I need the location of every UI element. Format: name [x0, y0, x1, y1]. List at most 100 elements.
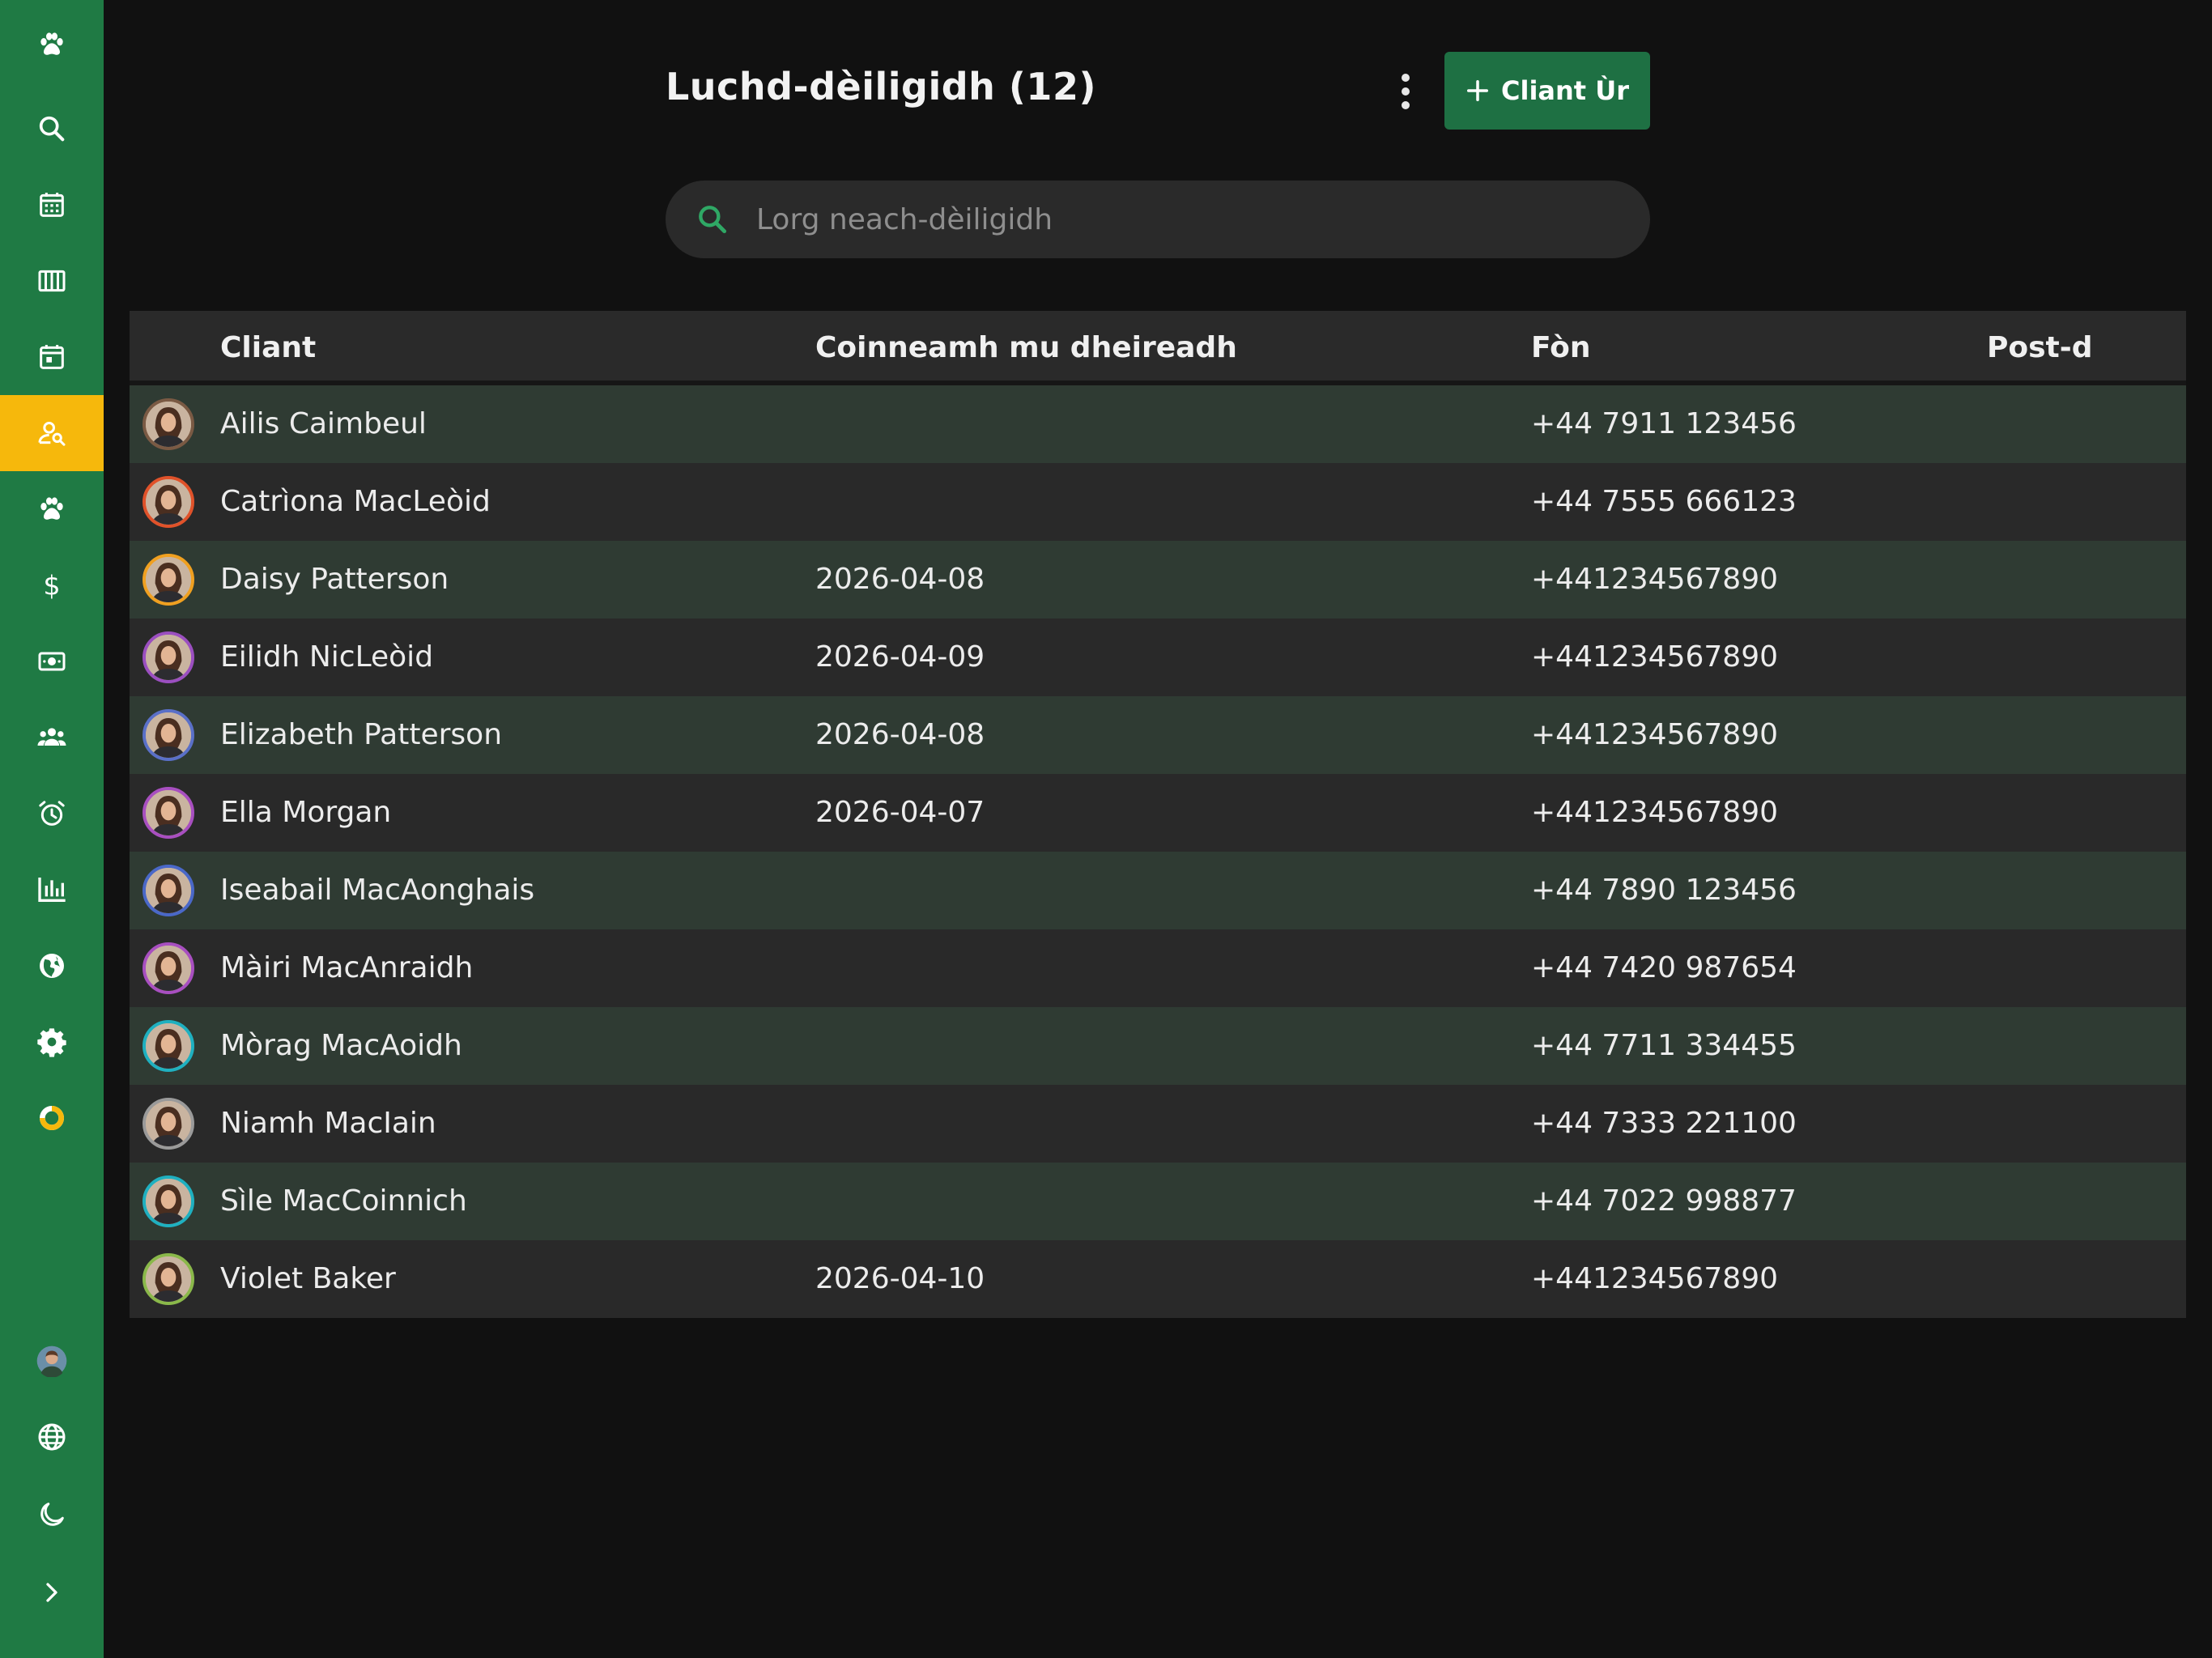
- client-name[interactable]: Mòrag MacAoidh: [220, 1007, 462, 1085]
- client-name[interactable]: Catrìona MacLeòid: [220, 463, 491, 541]
- sidebar-expand[interactable]: [0, 1554, 104, 1630]
- moon-icon: [40, 1503, 64, 1526]
- avatar-portrait-icon: [146, 1256, 191, 1302]
- client-avatar: [143, 398, 194, 450]
- sidebar-language[interactable]: [0, 1399, 104, 1475]
- table-row[interactable]: Violet Baker 2026-04-10 +441234567890: [130, 1240, 2186, 1318]
- cash-icon: [38, 652, 66, 671]
- column-header-client[interactable]: Cliant: [220, 311, 316, 385]
- phone-number: +441234567890: [1531, 563, 1779, 596]
- table-row[interactable]: Catrìona MacLeòid +44 7555 666123: [130, 463, 2186, 541]
- sidebar-theme-toggle[interactable]: [0, 1477, 104, 1553]
- client-avatar: [143, 1253, 194, 1305]
- avatar-portrait-icon: [146, 1101, 191, 1146]
- table-row[interactable]: Mòrag MacAoidh +44 7711 334455: [130, 1007, 2186, 1085]
- table-row[interactable]: Eilidh NicLeòid 2026-04-09 +441234567890: [130, 619, 2186, 696]
- table-row[interactable]: Niamh MacIain +44 7333 221100: [130, 1085, 2186, 1163]
- search-bar: [666, 181, 1650, 258]
- sidebar-item-appointments[interactable]: [0, 319, 104, 395]
- client-name[interactable]: Violet Baker: [220, 1240, 396, 1318]
- gear-icon: [37, 1028, 66, 1057]
- table-row[interactable]: Iseabail MacAonghais +44 7890 123456: [130, 852, 2186, 929]
- sidebar-item-progress[interactable]: [0, 1080, 104, 1156]
- client-name[interactable]: Elizabeth Patterson: [220, 696, 502, 774]
- table-row[interactable]: Màiri MacAnraidh +44 7420 987654: [130, 929, 2186, 1007]
- kebab-dot-icon: [1402, 101, 1410, 109]
- user-avatar-icon: [36, 1346, 67, 1377]
- avatar-portrait-icon: [146, 1023, 191, 1069]
- client-name[interactable]: Sìle MacCoinnich: [220, 1163, 467, 1240]
- avatar-portrait-icon: [146, 790, 191, 835]
- client-avatar: [143, 709, 194, 761]
- new-client-button[interactable]: Cliant Ùr: [1444, 52, 1650, 130]
- sidebar-profile[interactable]: [0, 1323, 104, 1399]
- avatar-portrait-icon: [146, 402, 191, 447]
- phone-number: +441234567890: [1531, 796, 1779, 829]
- search-icon: [699, 206, 727, 234]
- sidebar-item-board[interactable]: [0, 243, 104, 319]
- client-name[interactable]: Niamh MacIain: [220, 1085, 436, 1163]
- avatar-portrait-icon: [146, 479, 191, 525]
- sidebar-item-clients[interactable]: [0, 395, 104, 471]
- client-avatar: [143, 1098, 194, 1150]
- page-title: Luchd-dèiligidh (12): [666, 65, 1096, 108]
- client-avatar: [143, 865, 194, 916]
- sidebar-item-payments[interactable]: [0, 623, 104, 699]
- avatar-portrait-icon: [146, 557, 191, 602]
- column-header-email[interactable]: Post-d: [1987, 311, 2092, 385]
- last-appointment: 2026-04-09: [815, 640, 985, 674]
- table-row[interactable]: Sìle MacCoinnich +44 7022 998877: [130, 1163, 2186, 1240]
- sidebar-item-calendar[interactable]: [0, 167, 104, 243]
- avatar-portrait-icon: [146, 946, 191, 991]
- client-avatar: [143, 787, 194, 839]
- globe-language-icon: [38, 1423, 66, 1451]
- client-name[interactable]: Iseabail MacAonghais: [220, 852, 534, 929]
- search-input[interactable]: [756, 181, 1614, 258]
- table-row[interactable]: Elizabeth Patterson 2026-04-08 +4412345678…: [130, 696, 2186, 774]
- table-row[interactable]: Daisy Patterson 2026-04-08 +441234567890: [130, 541, 2186, 619]
- sidebar-item-reminders[interactable]: [0, 776, 104, 852]
- sidebar-item-settings[interactable]: [0, 1004, 104, 1080]
- table-row[interactable]: Ella Morgan 2026-04-07 +441234567890: [130, 774, 2186, 852]
- bar-chart-icon: [38, 878, 66, 902]
- client-avatar: [143, 554, 194, 606]
- phone-number: +44 7911 123456: [1531, 407, 1797, 440]
- chevron-right-icon: [46, 1583, 57, 1602]
- client-avatar: [143, 1175, 194, 1227]
- globe-icon: [40, 954, 64, 978]
- table-row[interactable]: Ailis Caimbeul +44 7911 123456: [130, 385, 2186, 463]
- last-appointment: 2026-04-10: [815, 1262, 985, 1295]
- person-search-icon: [38, 422, 66, 446]
- sidebar: $: [0, 0, 104, 1658]
- sidebar-logo[interactable]: [0, 6, 104, 83]
- sidebar-item-pricing[interactable]: $: [0, 547, 104, 623]
- client-name[interactable]: Ailis Caimbeul: [220, 385, 427, 463]
- avatar-portrait-icon: [146, 712, 191, 758]
- sidebar-item-team[interactable]: [0, 699, 104, 776]
- phone-number: +441234567890: [1531, 718, 1779, 751]
- client-name[interactable]: Màiri MacAnraidh: [220, 929, 473, 1007]
- phone-number: +44 7022 998877: [1531, 1184, 1797, 1218]
- client-name[interactable]: Ella Morgan: [220, 774, 391, 852]
- client-avatar: [143, 942, 194, 994]
- client-avatar: [143, 1020, 194, 1072]
- client-name[interactable]: Eilidh NicLeòid: [220, 619, 433, 696]
- sidebar-item-reports[interactable]: [0, 852, 104, 928]
- alarm-icon: [39, 801, 65, 826]
- sidebar-item-search[interactable]: [0, 91, 104, 167]
- phone-number: +441234567890: [1531, 1262, 1779, 1295]
- more-options-button[interactable]: [1385, 66, 1427, 117]
- client-avatar: [143, 476, 194, 528]
- column-header-phone[interactable]: Fòn: [1531, 311, 1591, 385]
- sidebar-item-pets[interactable]: [0, 471, 104, 547]
- svg-text:$: $: [43, 570, 60, 602]
- client-name[interactable]: Daisy Patterson: [220, 541, 449, 619]
- column-header-last-appointment[interactable]: Coinneamh mu dheireadh: [815, 311, 1237, 385]
- search-icon: [39, 116, 65, 142]
- last-appointment: 2026-04-08: [815, 563, 985, 596]
- users-icon: [37, 728, 66, 746]
- phone-number: +44 7890 123456: [1531, 874, 1797, 907]
- avatar-portrait-icon: [146, 635, 191, 680]
- phone-number: +44 7711 334455: [1531, 1029, 1797, 1062]
- sidebar-item-website[interactable]: [0, 928, 104, 1004]
